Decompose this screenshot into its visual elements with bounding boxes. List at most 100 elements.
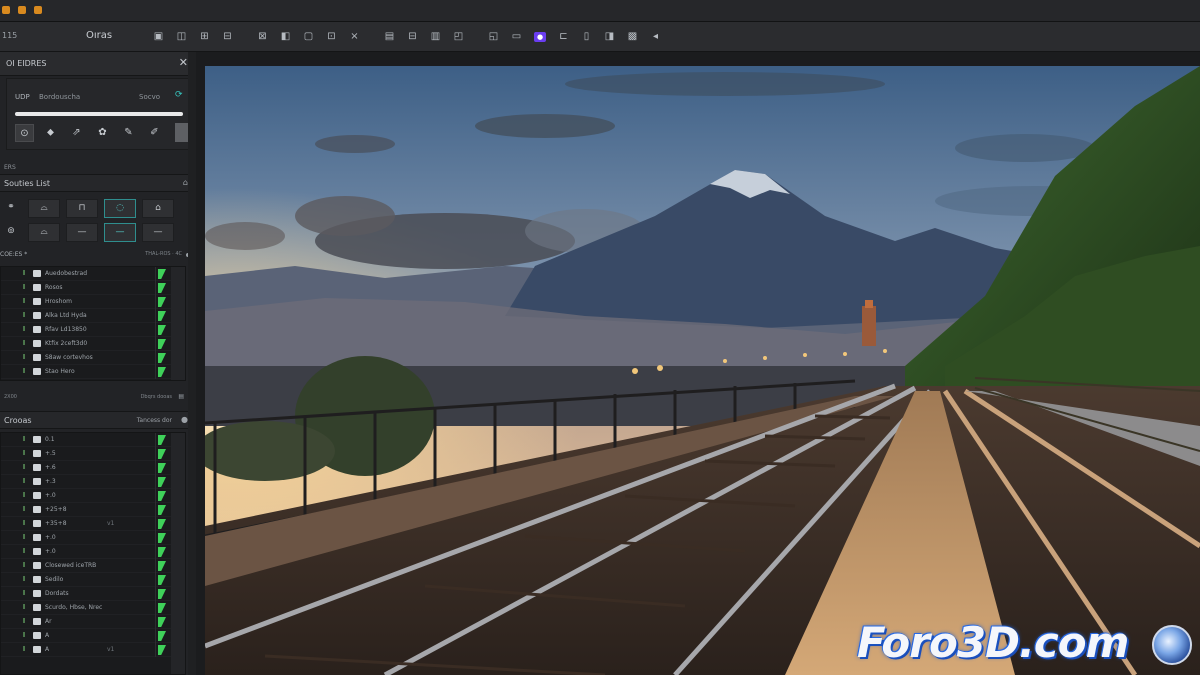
brush-tool-5-icon[interactable]: ✐ — [145, 124, 164, 142]
list-item[interactable]: ǁ +.3 — [1, 475, 185, 489]
link-icon[interactable]: ǁ — [23, 492, 25, 498]
visibility-flag-icon[interactable] — [158, 519, 166, 529]
toolbar-tool-3-icon[interactable]: ⊟ — [219, 29, 236, 44]
visibility-flag-icon[interactable] — [158, 505, 166, 515]
link-icon[interactable]: ǁ — [23, 368, 25, 374]
list-item[interactable]: ǁ Ktfix 2ceft3d0 — [1, 337, 185, 351]
toolbar-tool-4-icon[interactable]: ⊠ — [254, 29, 271, 44]
list-item[interactable]: ǁ +25+8 — [1, 503, 185, 517]
link-icon[interactable]: ǁ — [23, 604, 25, 610]
list-item[interactable]: ǁ Hroshom — [1, 295, 185, 309]
link-icon[interactable]: ǁ — [23, 520, 25, 526]
toolbar-tool-8-icon[interactable]: × — [346, 29, 363, 44]
link-icon[interactable]: ǁ — [23, 354, 25, 360]
list-item[interactable]: ǁ +.0 — [1, 545, 185, 559]
brush-tool-4-icon[interactable]: ✎ — [119, 124, 138, 142]
list-item[interactable]: ǁ Alka Ltd Hyda — [1, 309, 185, 323]
toolbar-tool-2-icon[interactable]: ⊞ — [196, 29, 213, 44]
toolbar-tool-20-icon[interactable]: ◂ — [647, 29, 664, 44]
visibility-flag-icon[interactable] — [158, 645, 166, 655]
visibility-flag-icon[interactable] — [158, 339, 166, 349]
panel-scrollbar[interactable] — [188, 52, 196, 675]
toolbar-tool-14-icon[interactable]: ▭ — [508, 29, 525, 44]
link-icon[interactable]: ǁ — [23, 450, 25, 456]
btn-row1-button-2[interactable]: ⊓ — [66, 199, 98, 218]
link-icon[interactable]: ǁ — [23, 312, 25, 318]
refresh-icon[interactable]: ⟳ — [175, 90, 183, 100]
visibility-flag-icon[interactable] — [158, 325, 166, 335]
toolbar-tool-7-icon[interactable]: ⊡ — [323, 29, 340, 44]
list-item[interactable]: ǁ Auedobestrad — [1, 267, 185, 281]
list-item[interactable]: ǁ 0.1 — [1, 433, 185, 447]
list-item[interactable]: ǁ Dordats — [1, 587, 185, 601]
link-icon[interactable]: ǁ — [23, 464, 25, 470]
toolbar-tool-19-icon[interactable]: ▩ — [624, 29, 641, 44]
visibility-flag-icon[interactable] — [158, 617, 166, 627]
toolbar-tool-10-icon[interactable]: ⊟ — [404, 29, 421, 44]
link-icon[interactable]: ǁ — [23, 284, 25, 290]
list-item[interactable]: ǁ +35+8 v1 — [1, 517, 185, 531]
toolbar-tool-11-icon[interactable]: ▥ — [427, 29, 444, 44]
visibility-flag-icon[interactable] — [158, 269, 166, 279]
toolbar-tool-13-icon[interactable]: ◱ — [485, 29, 502, 44]
menu-dot-icon[interactable]: ● — [181, 415, 188, 424]
toolbar-tool-12-icon[interactable]: ◰ — [450, 29, 467, 44]
list-item[interactable]: ǁ +.5 — [1, 447, 185, 461]
visibility-flag-icon[interactable] — [158, 631, 166, 641]
image-viewport[interactable] — [205, 66, 1200, 675]
visibility-flag-icon[interactable] — [158, 561, 166, 571]
visibility-flag-icon[interactable] — [158, 283, 166, 293]
list-item[interactable]: ǁ Ar — [1, 615, 185, 629]
close-icon[interactable]: ✕ — [179, 56, 188, 69]
toolbar-tool-9-icon[interactable]: ▤ — [381, 29, 398, 44]
list-item[interactable]: ǁ Stao Hero — [1, 365, 185, 379]
brush-tool-0-icon[interactable]: ⊙ — [15, 124, 34, 142]
list-item[interactable]: ǁ Sedilo — [1, 573, 185, 587]
toolbar-tool-6-icon[interactable]: ▢ — [300, 29, 317, 44]
toolbar-tool-5-icon[interactable]: ◧ — [277, 29, 294, 44]
toolbar-tool-0-icon[interactable]: ▣ — [150, 29, 167, 44]
link-icon[interactable]: ǁ — [23, 646, 25, 652]
btn-row1-button-3[interactable]: ◌ — [104, 199, 136, 218]
visibility-flag-icon[interactable] — [158, 367, 166, 377]
toolbar-tool-18-icon[interactable]: ◨ — [601, 29, 618, 44]
link-icon[interactable]: ǁ — [23, 436, 25, 442]
btn-row1-button-1[interactable]: ⌓ — [28, 199, 60, 218]
link-icon[interactable]: ǁ — [23, 618, 25, 624]
btn-row2-button-2[interactable]: — — [66, 223, 98, 242]
app-icon-2[interactable] — [18, 6, 26, 14]
brush-tool-2-icon[interactable]: ⇗ — [67, 124, 86, 142]
list-item[interactable]: ǁ Rosos — [1, 281, 185, 295]
app-icon-1[interactable] — [2, 6, 10, 14]
visibility-flag-icon[interactable] — [158, 435, 166, 445]
visibility-flag-icon[interactable] — [158, 449, 166, 459]
list-item[interactable]: ǁ Scurdo, Hbse, Nrec — [1, 601, 185, 615]
link-icon[interactable]: ǁ — [23, 562, 25, 568]
brush-tool-3-icon[interactable]: ✿ — [93, 124, 112, 142]
toolbar-tool-16-icon[interactable]: ⊏ — [555, 29, 572, 44]
link-icon[interactable]: ǁ — [23, 632, 25, 638]
btn-row2-button-1[interactable]: ⌓ — [28, 223, 60, 242]
visibility-flag-icon[interactable] — [158, 477, 166, 487]
link-icon[interactable]: ǁ — [23, 506, 25, 512]
list-scrollbar-2[interactable] — [171, 433, 185, 674]
app-icon-3[interactable] — [34, 6, 42, 14]
list-item[interactable]: ǁ +.6 — [1, 461, 185, 475]
link-icon[interactable]: ǁ — [23, 590, 25, 596]
link-icon[interactable]: ǁ — [23, 478, 25, 484]
btn-row1-button-4[interactable]: ⌂ — [142, 199, 174, 218]
list-item[interactable]: ǁ +.0 — [1, 531, 185, 545]
visibility-flag-icon[interactable] — [158, 297, 166, 307]
list-item[interactable]: ǁ Closewed iceTRB — [1, 559, 185, 573]
list-item[interactable]: ǁ Av1 — [1, 643, 185, 657]
visibility-flag-icon[interactable] — [158, 603, 166, 613]
list-item[interactable]: ǁA — [1, 629, 185, 643]
link-icon[interactable]: ǁ — [23, 576, 25, 582]
visibility-flag-icon[interactable] — [158, 547, 166, 557]
link-icon[interactable]: ǁ — [23, 340, 25, 346]
visibility-flag-icon[interactable] — [158, 463, 166, 473]
btn-row2-button-4[interactable]: — — [142, 223, 174, 242]
link-icon[interactable]: ǁ — [23, 534, 25, 540]
btn-row1-button-0[interactable]: ⚭ — [0, 199, 22, 218]
toolbar-tool-15-icon[interactable]: ● — [534, 31, 546, 42]
